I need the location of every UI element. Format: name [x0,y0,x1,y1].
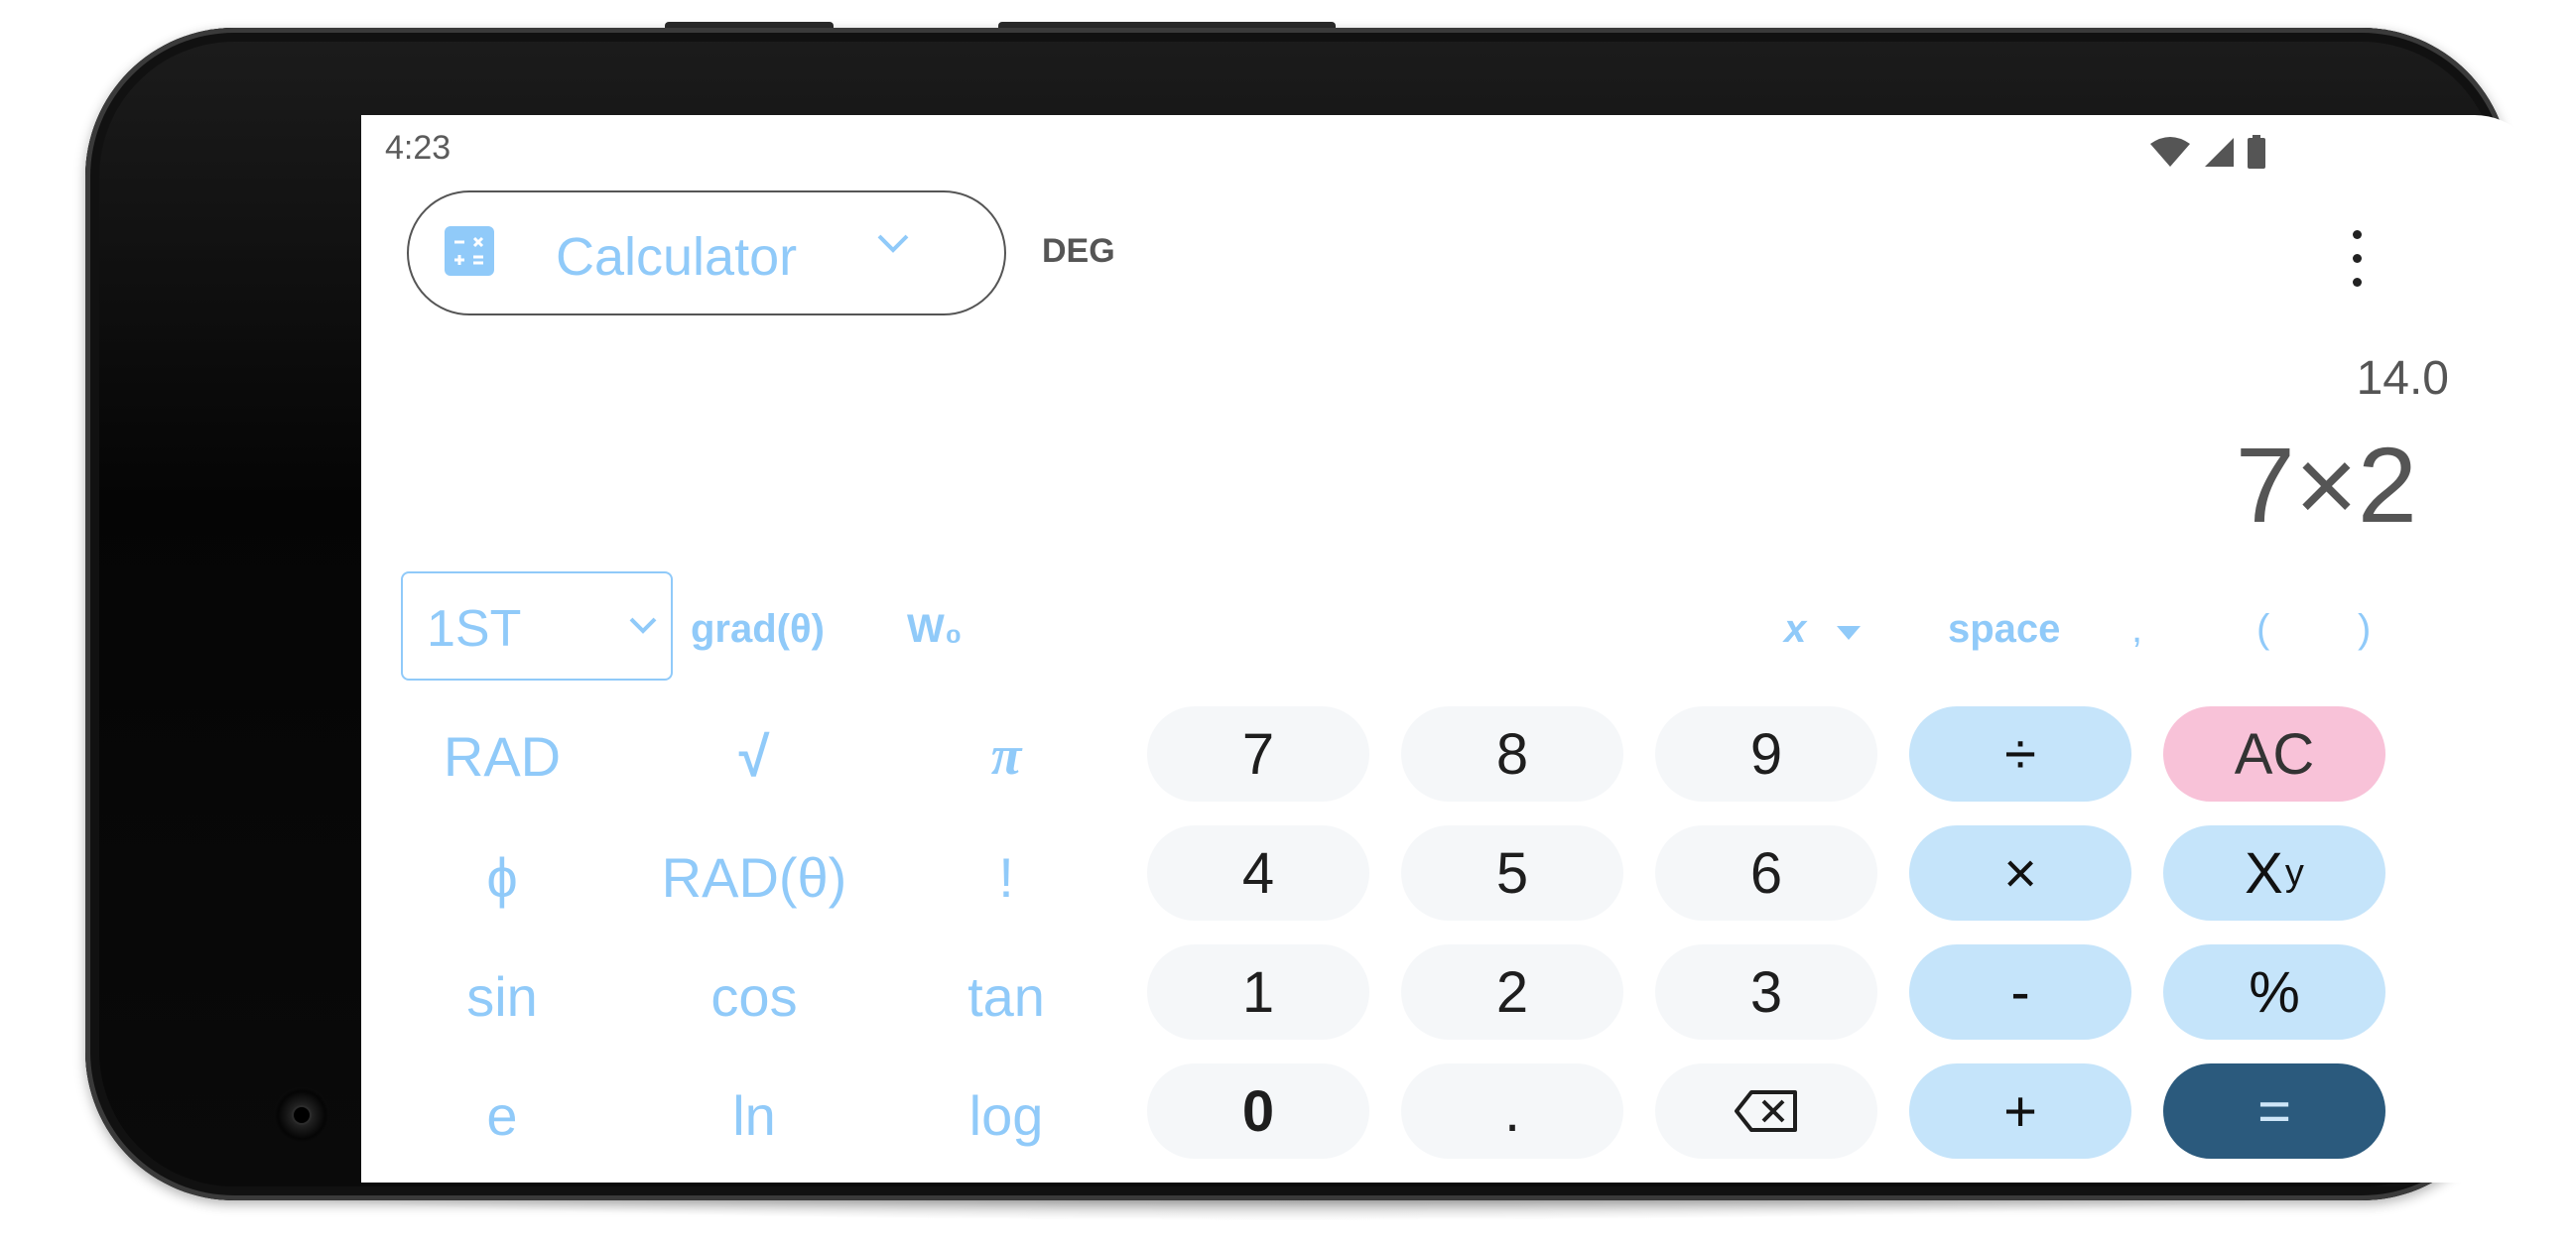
digit-5-button[interactable]: 5 [1401,825,1623,921]
status-time: 4:23 [385,129,451,167]
close-paren-button[interactable]: ) [2358,607,2371,652]
lambert-w-button[interactable]: W₀ [907,607,963,652]
sin-key[interactable]: sin [383,964,621,1029]
factorial-key[interactable]: ! [887,845,1125,910]
e-key[interactable]: e [383,1083,621,1148]
digit-0-button[interactable]: 0 [1147,1063,1369,1159]
battery-icon [2248,135,2265,169]
digit-4-button[interactable]: 4 [1147,825,1369,921]
mode-dropdown[interactable]: Calculator [407,190,1006,315]
digit-7-button[interactable]: 7 [1147,706,1369,802]
wifi-icon [2150,137,2190,167]
digit-1-button[interactable]: 1 [1147,944,1369,1040]
cos-key[interactable]: cos [635,964,873,1029]
pi-key[interactable]: π [887,724,1125,788]
grad-button[interactable]: grad(θ) [691,607,825,652]
chevron-down-icon [629,617,657,634]
power-base: X [2245,840,2283,906]
result-preview: 14.0 [2356,352,2449,405]
digit-8-button[interactable]: 8 [1401,706,1623,802]
chevron-down-icon [877,234,909,253]
caret-down-icon [1837,626,1862,640]
device-mockup: 4:23 Calculator DEG 14.0 7×2 1ST grad(θ)… [0,0,2576,1248]
space-button[interactable]: space [1948,607,2060,652]
log-key[interactable]: log [887,1083,1125,1148]
variable-label: x [1784,607,1807,651]
digit-3-button[interactable]: 3 [1655,944,1877,1040]
digit-6-button[interactable]: 6 [1655,825,1877,921]
angle-mode-toggle[interactable]: DEG [1042,232,1115,271]
function-page-select[interactable]: 1ST [401,571,673,681]
power-exponent: y [2284,851,2304,894]
digit-9-button[interactable]: 9 [1655,706,1877,802]
sqrt-key[interactable]: √ [635,724,873,789]
backspace-icon [1735,1090,1797,1132]
app-screen: 4:23 Calculator DEG 14.0 7×2 1ST grad(θ)… [361,115,2544,1183]
mode-label: Calculator [556,227,798,287]
rad-theta-key[interactable]: RAD(θ) [635,845,873,910]
rad-key[interactable]: RAD [383,724,621,789]
status-icons [2149,135,2266,169]
plus-button[interactable]: + [1909,1063,2131,1159]
equals-button[interactable]: = [2163,1063,2385,1159]
expression-display[interactable]: 7×2 [2236,423,2417,547]
ln-key[interactable]: ln [635,1083,873,1148]
multiply-button[interactable]: × [1909,825,2131,921]
minus-button[interactable]: - [1909,944,2131,1040]
calculator-icon [445,226,494,276]
variable-menu-button[interactable]: x [1784,607,1863,652]
power-button[interactable]: Xy [2163,825,2385,921]
phone-body: 4:23 Calculator DEG 14.0 7×2 1ST grad(θ)… [85,28,2544,1200]
more-vert-icon[interactable] [2338,230,2378,290]
decimal-point-button[interactable]: . [1401,1063,1623,1159]
all-clear-button[interactable]: AC [2163,706,2385,802]
cellular-icon [2205,138,2234,167]
divide-button[interactable]: ÷ [1909,706,2131,802]
front-camera [274,1087,329,1143]
function-page-value: 1ST [427,600,522,658]
backspace-button[interactable] [1655,1063,1877,1159]
comma-button[interactable]: , [2131,607,2142,652]
tan-key[interactable]: tan [887,964,1125,1029]
digit-2-button[interactable]: 2 [1401,944,1623,1040]
open-paren-button[interactable]: ( [2256,607,2269,652]
phi-key[interactable]: ϕ [383,845,621,910]
percent-button[interactable]: % [2163,944,2385,1040]
